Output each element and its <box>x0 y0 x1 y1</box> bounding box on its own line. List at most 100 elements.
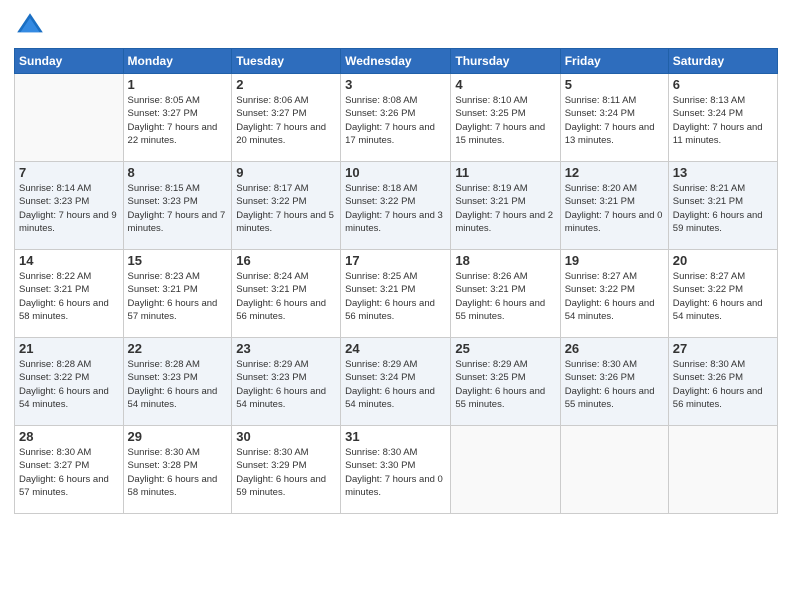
day-info: Sunrise: 8:17 AMSunset: 3:22 PMDaylight:… <box>236 182 336 235</box>
day-info: Sunrise: 8:10 AMSunset: 3:25 PMDaylight:… <box>455 94 555 147</box>
day-info: Sunrise: 8:08 AMSunset: 3:26 PMDaylight:… <box>345 94 446 147</box>
weekday-header-sunday: Sunday <box>15 49 124 74</box>
calendar-cell: 30 Sunrise: 8:30 AMSunset: 3:29 PMDayligh… <box>232 426 341 514</box>
calendar-container: SundayMondayTuesdayWednesdayThursdayFrid… <box>0 0 792 524</box>
day-number: 16 <box>236 253 336 268</box>
day-number: 24 <box>345 341 446 356</box>
weekday-header-wednesday: Wednesday <box>341 49 451 74</box>
day-info: Sunrise: 8:13 AMSunset: 3:24 PMDaylight:… <box>673 94 773 147</box>
weekday-header-tuesday: Tuesday <box>232 49 341 74</box>
calendar-cell: 3Sunrise: 8:08 AMSunset: 3:26 PMDaylight… <box>341 74 451 162</box>
calendar-cell: 18 Sunrise: 8:26 AMSunset: 3:21 PMDayligh… <box>451 250 560 338</box>
day-number: 19 <box>565 253 664 268</box>
calendar-cell: 7Sunrise: 8:14 AMSunset: 3:23 PMDaylight… <box>15 162 124 250</box>
calendar-cell <box>668 426 777 514</box>
calendar-cell: 4Sunrise: 8:10 AMSunset: 3:25 PMDaylight… <box>451 74 560 162</box>
weekday-header-friday: Friday <box>560 49 668 74</box>
calendar-table: SundayMondayTuesdayWednesdayThursdayFrid… <box>14 48 778 514</box>
day-info: Sunrise: 8:14 AMSunset: 3:23 PMDaylight:… <box>19 182 119 235</box>
day-info: Sunrise: 8:26 AMSunset: 3:21 PMDaylight:… <box>455 270 555 323</box>
calendar-cell: 14 Sunrise: 8:22 AMSunset: 3:21 PMDayligh… <box>15 250 124 338</box>
weekday-header-saturday: Saturday <box>668 49 777 74</box>
day-info: Sunrise: 8:28 AMSunset: 3:23 PMDaylight:… <box>128 358 228 411</box>
calendar-cell <box>451 426 560 514</box>
day-number: 18 <box>455 253 555 268</box>
day-info: Sunrise: 8:22 AMSunset: 3:21 PMDaylight:… <box>19 270 119 323</box>
day-info: Sunrise: 8:18 AMSunset: 3:22 PMDaylight:… <box>345 182 446 235</box>
day-info: Sunrise: 8:19 AMSunset: 3:21 PMDaylight:… <box>455 182 555 235</box>
day-info: Sunrise: 8:30 AMSunset: 3:26 PMDaylight:… <box>673 358 773 411</box>
day-number: 31 <box>345 429 446 444</box>
day-info: Sunrise: 8:27 AMSunset: 3:22 PMDaylight:… <box>565 270 664 323</box>
day-info: Sunrise: 8:20 AMSunset: 3:21 PMDaylight:… <box>565 182 664 235</box>
calendar-week-1: 1 Sunrise: 8:05 AMSunset: 3:27 PMDaylight… <box>15 74 778 162</box>
day-info: Sunrise: 8:30 AMSunset: 3:28 PMDaylight:… <box>128 446 228 499</box>
day-number: 17 <box>345 253 446 268</box>
calendar-cell: 28Sunrise: 8:30 AMSunset: 3:27 PMDayligh… <box>15 426 124 514</box>
calendar-cell <box>15 74 124 162</box>
calendar-cell: 24 Sunrise: 8:29 AMSunset: 3:24 PMDayligh… <box>341 338 451 426</box>
day-number: 15 <box>128 253 228 268</box>
day-number: 2 <box>236 77 336 92</box>
day-number: 25 <box>455 341 555 356</box>
header-area <box>14 10 778 42</box>
calendar-cell: 27 Sunrise: 8:30 AMSunset: 3:26 PMDayligh… <box>668 338 777 426</box>
day-number: 14 <box>19 253 119 268</box>
logo-icon <box>14 10 46 42</box>
day-number: 28 <box>19 429 119 444</box>
day-info: Sunrise: 8:24 AMSunset: 3:21 PMDaylight:… <box>236 270 336 323</box>
calendar-week-5: 28Sunrise: 8:30 AMSunset: 3:27 PMDayligh… <box>15 426 778 514</box>
day-number: 6 <box>673 77 773 92</box>
day-number: 23 <box>236 341 336 356</box>
day-number: 12 <box>565 165 664 180</box>
weekday-row: SundayMondayTuesdayWednesdayThursdayFrid… <box>15 49 778 74</box>
weekday-header-thursday: Thursday <box>451 49 560 74</box>
calendar-cell: 13Sunrise: 8:21 AMSunset: 3:21 PMDayligh… <box>668 162 777 250</box>
day-number: 21 <box>19 341 119 356</box>
day-info: Sunrise: 8:23 AMSunset: 3:21 PMDaylight:… <box>128 270 228 323</box>
calendar-cell <box>560 426 668 514</box>
calendar-week-2: 7Sunrise: 8:14 AMSunset: 3:23 PMDaylight… <box>15 162 778 250</box>
calendar-cell: 15 Sunrise: 8:23 AMSunset: 3:21 PMDayligh… <box>123 250 232 338</box>
day-number: 27 <box>673 341 773 356</box>
day-number: 10 <box>345 165 446 180</box>
calendar-cell: 17 Sunrise: 8:25 AMSunset: 3:21 PMDayligh… <box>341 250 451 338</box>
day-number: 26 <box>565 341 664 356</box>
calendar-cell: 8Sunrise: 8:15 AMSunset: 3:23 PMDaylight… <box>123 162 232 250</box>
calendar-cell: 11 Sunrise: 8:19 AMSunset: 3:21 PMDayligh… <box>451 162 560 250</box>
day-info: Sunrise: 8:30 AMSunset: 3:26 PMDaylight:… <box>565 358 664 411</box>
calendar-cell: 2 Sunrise: 8:06 AMSunset: 3:27 PMDaylight… <box>232 74 341 162</box>
day-info: Sunrise: 8:06 AMSunset: 3:27 PMDaylight:… <box>236 94 336 147</box>
calendar-cell: 12 Sunrise: 8:20 AMSunset: 3:21 PMDayligh… <box>560 162 668 250</box>
calendar-cell: 29 Sunrise: 8:30 AMSunset: 3:28 PMDayligh… <box>123 426 232 514</box>
day-number: 30 <box>236 429 336 444</box>
calendar-cell: 1 Sunrise: 8:05 AMSunset: 3:27 PMDaylight… <box>123 74 232 162</box>
day-info: Sunrise: 8:25 AMSunset: 3:21 PMDaylight:… <box>345 270 446 323</box>
calendar-cell: 19 Sunrise: 8:27 AMSunset: 3:22 PMDayligh… <box>560 250 668 338</box>
calendar-cell: 31 Sunrise: 8:30 AMSunset: 3:30 PMDayligh… <box>341 426 451 514</box>
day-number: 11 <box>455 165 555 180</box>
day-number: 29 <box>128 429 228 444</box>
calendar-cell: 21Sunrise: 8:28 AMSunset: 3:22 PMDayligh… <box>15 338 124 426</box>
day-info: Sunrise: 8:29 AMSunset: 3:25 PMDaylight:… <box>455 358 555 411</box>
calendar-cell: 6 Sunrise: 8:13 AMSunset: 3:24 PMDaylight… <box>668 74 777 162</box>
day-number: 1 <box>128 77 228 92</box>
day-number: 5 <box>565 77 664 92</box>
day-info: Sunrise: 8:11 AMSunset: 3:24 PMDaylight:… <box>565 94 664 147</box>
day-number: 22 <box>128 341 228 356</box>
day-info: Sunrise: 8:21 AMSunset: 3:21 PMDaylight:… <box>673 182 773 235</box>
day-info: Sunrise: 8:15 AMSunset: 3:23 PMDaylight:… <box>128 182 228 235</box>
day-number: 9 <box>236 165 336 180</box>
day-info: Sunrise: 8:27 AMSunset: 3:22 PMDaylight:… <box>673 270 773 323</box>
day-info: Sunrise: 8:30 AMSunset: 3:29 PMDaylight:… <box>236 446 336 499</box>
calendar-cell: 5 Sunrise: 8:11 AMSunset: 3:24 PMDaylight… <box>560 74 668 162</box>
calendar-week-4: 21Sunrise: 8:28 AMSunset: 3:22 PMDayligh… <box>15 338 778 426</box>
calendar-cell: 20 Sunrise: 8:27 AMSunset: 3:22 PMDayligh… <box>668 250 777 338</box>
calendar-cell: 9 Sunrise: 8:17 AMSunset: 3:22 PMDaylight… <box>232 162 341 250</box>
calendar-cell: 16 Sunrise: 8:24 AMSunset: 3:21 PMDayligh… <box>232 250 341 338</box>
day-info: Sunrise: 8:29 AMSunset: 3:24 PMDaylight:… <box>345 358 446 411</box>
day-info: Sunrise: 8:30 AMSunset: 3:30 PMDaylight:… <box>345 446 446 499</box>
calendar-cell: 23Sunrise: 8:29 AMSunset: 3:23 PMDayligh… <box>232 338 341 426</box>
day-info: Sunrise: 8:05 AMSunset: 3:27 PMDaylight:… <box>128 94 228 147</box>
day-number: 20 <box>673 253 773 268</box>
